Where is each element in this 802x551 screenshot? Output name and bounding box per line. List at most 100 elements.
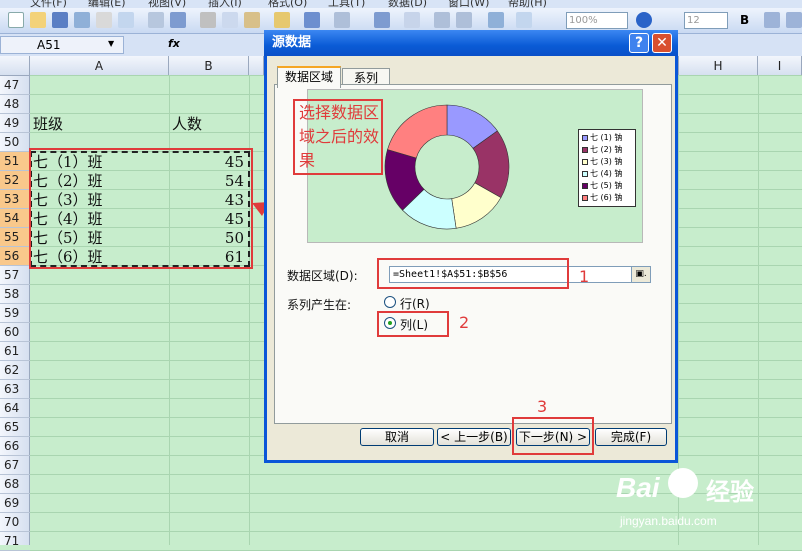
row-header[interactable]: 50 xyxy=(0,133,30,152)
row-header[interactable]: 58 xyxy=(0,285,30,304)
research-icon[interactable] xyxy=(170,12,186,28)
donut-chart xyxy=(384,104,510,230)
row-header[interactable]: 71 xyxy=(0,532,30,551)
close-button[interactable]: ✕ xyxy=(652,33,672,53)
sort-ascending-icon[interactable] xyxy=(434,12,450,28)
collapse-dialog-icon[interactable]: ▣. xyxy=(631,266,651,283)
name-box[interactable]: A51 xyxy=(0,36,124,54)
menu-tools[interactable]: 工具(T) xyxy=(328,0,365,8)
col-header-i[interactable]: I xyxy=(758,56,802,76)
col-header-c[interactable] xyxy=(249,56,264,76)
menu-data[interactable]: 数据(D) xyxy=(388,0,427,8)
legend-item: 七 (6) 钠 xyxy=(582,192,622,203)
annotation-box-3 xyxy=(512,417,594,455)
series-in-label: 系列产生在: xyxy=(287,298,352,312)
copy-icon[interactable] xyxy=(222,12,238,28)
new-icon[interactable] xyxy=(8,12,24,28)
radio-rows[interactable] xyxy=(384,296,396,308)
annotation-box-1 xyxy=(377,258,569,289)
cell-b49[interactable]: 人数 xyxy=(172,115,202,134)
row-header[interactable]: 59 xyxy=(0,304,30,323)
autosum-icon[interactable] xyxy=(404,12,420,28)
col-header-b[interactable]: B xyxy=(169,56,249,76)
hyperlink-icon[interactable] xyxy=(374,12,390,28)
annotation-box-2 xyxy=(377,311,449,337)
format-painter-icon[interactable] xyxy=(274,12,290,28)
legend-item: 七 (1) 钠 xyxy=(582,132,622,143)
finish-button[interactable]: 完成(F) xyxy=(595,428,667,446)
row-header[interactable]: 64 xyxy=(0,399,30,418)
sort-descending-icon[interactable] xyxy=(456,12,472,28)
paste-icon[interactable] xyxy=(244,12,260,28)
zoom-select[interactable]: 100% xyxy=(566,12,628,29)
back-button[interactable]: < 上一步(B) xyxy=(437,428,511,446)
spelling-icon[interactable] xyxy=(148,12,164,28)
step-number: 2 xyxy=(459,313,470,332)
col-header-a[interactable]: A xyxy=(30,56,169,76)
cancel-button[interactable]: 取消 xyxy=(360,428,434,446)
align-left-icon[interactable] xyxy=(764,12,780,28)
row-header[interactable]: 54 xyxy=(0,209,30,228)
row-header[interactable]: 52 xyxy=(0,171,30,190)
step-number: 3 xyxy=(537,397,548,416)
align-center-icon[interactable] xyxy=(786,12,802,28)
row-header[interactable]: 70 xyxy=(0,513,30,532)
watermark-jingyan: 经验 xyxy=(706,478,754,506)
menu-view[interactable]: 视图(V) xyxy=(148,0,186,8)
menu-file[interactable]: 文件(F) xyxy=(30,0,67,8)
fx-icon[interactable]: fx xyxy=(168,37,180,50)
source-data-dialog: 源数据 ? ✕ 数据区域 系列 七 (1) 钠 七 (2) 钠 七 (3) 钠 … xyxy=(264,30,678,463)
menu-insert[interactable]: 插入(I) xyxy=(208,0,242,8)
annotation-note: 选择数据区域之后的效果 xyxy=(293,99,383,175)
row-header[interactable]: 48 xyxy=(0,95,30,114)
help-icon[interactable] xyxy=(636,12,652,28)
legend-item: 七 (3) 钠 xyxy=(582,156,622,167)
row-header[interactable]: 56 xyxy=(0,247,30,266)
row-header[interactable]: 69 xyxy=(0,494,30,513)
row-header[interactable]: 61 xyxy=(0,342,30,361)
row-headers: 47 48 49 50 51 52 53 54 55 56 57 58 59 6… xyxy=(0,76,30,551)
drawing-icon[interactable] xyxy=(516,12,532,28)
permission-icon[interactable] xyxy=(74,12,90,28)
menu-edit[interactable]: 编辑(E) xyxy=(88,0,126,8)
row-header[interactable]: 49 xyxy=(0,114,30,133)
bold-button[interactable]: B xyxy=(740,13,749,27)
watermark-brand: Bai xyxy=(616,472,660,503)
help-button[interactable]: ? xyxy=(629,33,649,53)
legend-item: 七 (2) 钠 xyxy=(582,144,622,155)
select-all-corner[interactable] xyxy=(0,56,30,76)
row-header[interactable]: 63 xyxy=(0,380,30,399)
cell-a49[interactable]: 班级 xyxy=(33,115,63,134)
tab-data-range[interactable]: 数据区域 xyxy=(277,66,341,88)
range-label: 数据区域(D): xyxy=(287,269,358,283)
menu-format[interactable]: 格式(O) xyxy=(268,0,307,8)
font-size-select[interactable]: 12 xyxy=(684,12,728,29)
chart-wizard-icon[interactable] xyxy=(488,12,504,28)
row-header[interactable]: 60 xyxy=(0,323,30,342)
step-number: 1 xyxy=(579,267,590,286)
redo-icon[interactable] xyxy=(334,12,350,28)
row-header[interactable]: 67 xyxy=(0,456,30,475)
menu-window[interactable]: 窗口(W) xyxy=(448,0,489,8)
print-preview-icon[interactable] xyxy=(118,12,134,28)
col-header-h[interactable]: H xyxy=(678,56,758,76)
menu-help[interactable]: 帮助(H) xyxy=(508,0,547,8)
undo-icon[interactable] xyxy=(304,12,320,28)
baidu-watermark: Bai 经验 jingyan.baidu.com xyxy=(616,462,802,545)
row-header[interactable]: 47 xyxy=(0,76,30,95)
row-header[interactable]: 53 xyxy=(0,190,30,209)
row-header[interactable]: 66 xyxy=(0,437,30,456)
row-header[interactable]: 51 xyxy=(0,152,30,171)
row-header[interactable]: 65 xyxy=(0,418,30,437)
open-icon[interactable] xyxy=(30,12,46,28)
tab-panel: 七 (1) 钠 七 (2) 钠 七 (3) 钠 七 (4) 钠 七 (5) 钠 … xyxy=(274,84,672,424)
cut-icon[interactable] xyxy=(200,12,216,28)
save-icon[interactable] xyxy=(52,12,68,28)
row-header[interactable]: 62 xyxy=(0,361,30,380)
row-header[interactable]: 55 xyxy=(0,228,30,247)
radio-rows-label[interactable]: 行(R) xyxy=(400,295,430,312)
row-header[interactable]: 68 xyxy=(0,475,30,494)
print-icon[interactable] xyxy=(96,12,112,28)
row-header[interactable]: 57 xyxy=(0,266,30,285)
chevron-down-icon[interactable]: ▼ xyxy=(108,39,114,48)
